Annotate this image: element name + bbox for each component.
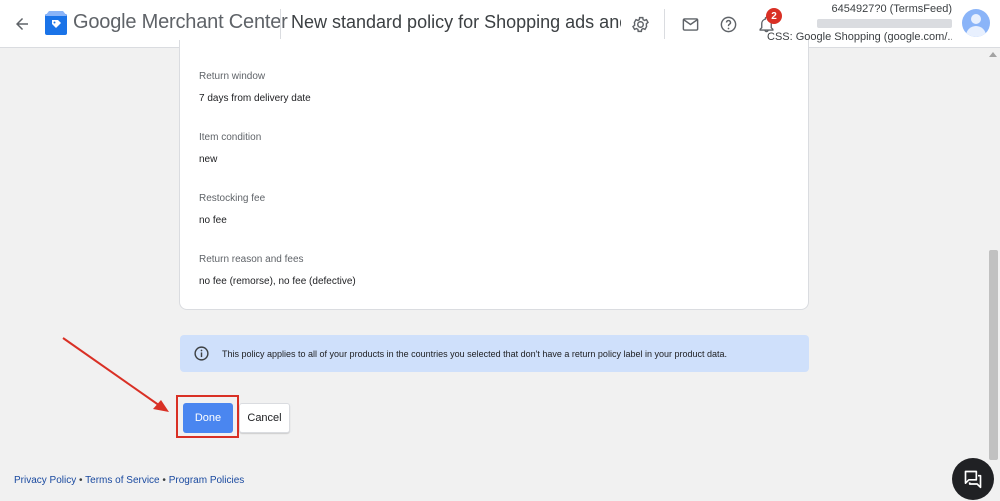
field-value: no fee [199, 215, 227, 226]
field-value: new [199, 154, 218, 165]
scrollbar-thumb[interactable] [989, 250, 998, 460]
cancel-button[interactable]: Cancel [239, 403, 290, 433]
merchant-center-logo [45, 11, 67, 35]
field-return-window: Return window 7 days from delivery date [199, 71, 311, 104]
chat-button[interactable] [952, 458, 994, 500]
account-switcher[interactable]: 6454927?0 (TermsFeed) CSS: Google Shoppi… [767, 3, 952, 44]
privacy-policy-link[interactable]: Privacy Policy [14, 475, 76, 486]
info-banner: This policy applies to all of your produ… [180, 335, 809, 372]
header-divider [280, 9, 281, 39]
info-banner-text: This policy applies to all of your produ… [222, 348, 728, 359]
field-return-reason-fees: Return reason and fees no fee (remorse),… [199, 254, 356, 287]
help-circle-icon [720, 16, 736, 32]
done-button[interactable]: Done [183, 403, 233, 433]
field-value: no fee (remorse), no fee (defective) [199, 276, 356, 287]
avatar-body [966, 26, 986, 37]
help-button[interactable] [714, 10, 742, 38]
footer-links: Privacy Policy • Terms of Service • Prog… [14, 475, 244, 486]
scroll-up-arrow[interactable] [989, 52, 997, 57]
account-email-redacted [817, 19, 952, 28]
field-value: 7 days from delivery date [199, 93, 311, 104]
header-divider-2 [664, 9, 665, 39]
terms-of-service-link[interactable]: Terms of Service [85, 475, 159, 486]
mail-button[interactable] [676, 10, 704, 38]
account-id: 6454927?0 (TermsFeed) [831, 3, 952, 15]
field-label: Restocking fee [199, 193, 266, 204]
program-policies-link[interactable]: Program Policies [169, 475, 245, 486]
footer-separator: • [79, 475, 83, 486]
arrow-left-icon [16, 18, 28, 30]
avatar[interactable] [962, 9, 990, 37]
gear-icon [631, 16, 649, 32]
brand-name: Google Merchant Center [73, 11, 288, 34]
info-icon [192, 345, 210, 363]
field-label: Return window [199, 71, 266, 82]
field-label: Item condition [199, 132, 262, 143]
brand-google: Google [73, 11, 137, 33]
chat-icon [964, 470, 982, 489]
avatar-head [971, 14, 981, 24]
field-label: Return reason and fees [199, 254, 304, 265]
field-restocking-fee: Restocking fee no fee [199, 193, 265, 226]
mail-icon [682, 17, 698, 31]
brand-product: Merchant Center [141, 11, 288, 33]
policy-summary-card: Return window 7 days from delivery date … [179, 40, 809, 310]
field-item-condition: Item condition new [199, 132, 261, 165]
settings-button[interactable] [626, 10, 654, 38]
page-title: New standard policy for Shopping ads and… [291, 12, 621, 32]
footer-separator: • [162, 475, 166, 486]
back-button[interactable] [10, 12, 34, 36]
annotation-arrow [62, 337, 169, 412]
